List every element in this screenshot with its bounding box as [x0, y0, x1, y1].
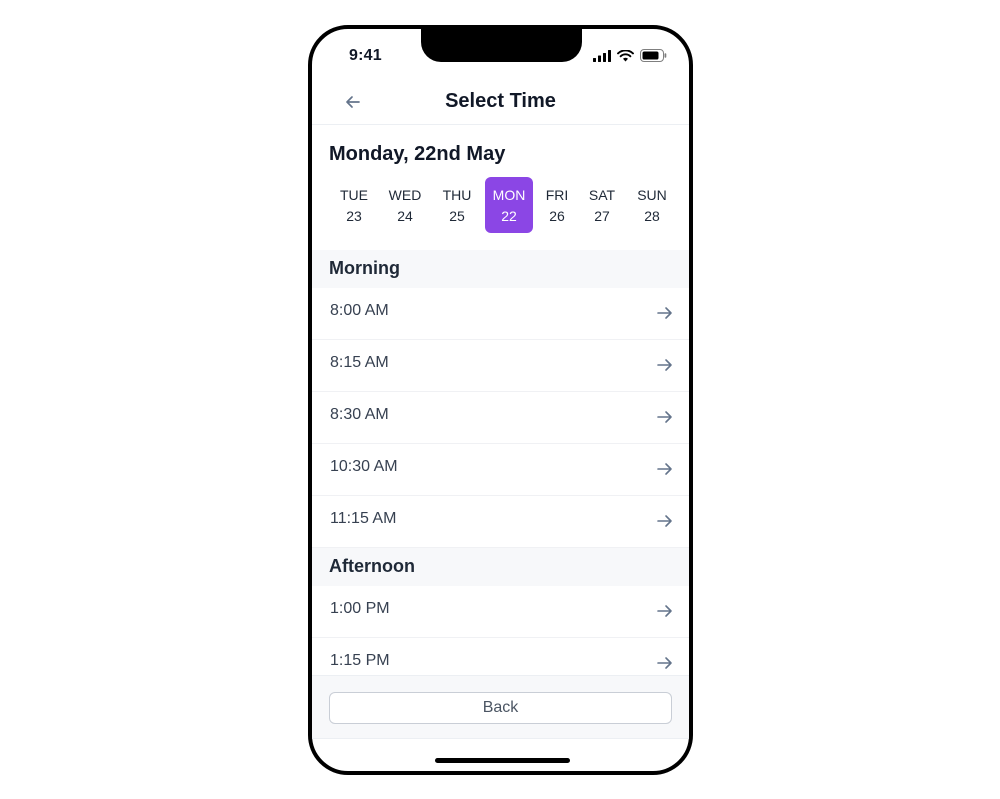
time-slot[interactable]: 11:15 AM — [312, 496, 689, 548]
slot-time: 8:00 AM — [330, 302, 389, 319]
section-header-morning: Morning — [312, 250, 689, 288]
day-number: 28 — [644, 208, 660, 224]
slot-time: 8:15 AM — [330, 354, 389, 371]
day-name: SUN — [637, 187, 667, 203]
day-thu[interactable]: THU 25 — [433, 177, 481, 233]
section-header-afternoon: Afternoon — [312, 548, 689, 586]
day-sat[interactable]: SAT 27 — [578, 177, 626, 233]
slot-time: 11:15 AM — [330, 510, 397, 527]
day-sun[interactable]: SUN 28 — [628, 177, 676, 233]
day-name: WED — [388, 187, 422, 203]
day-number: 25 — [449, 208, 465, 224]
day-name: TUE — [340, 187, 368, 203]
time-slot[interactable]: 8:30 AM — [312, 392, 689, 444]
arrow-right-icon — [657, 307, 672, 319]
day-name: FRI — [545, 187, 569, 203]
day-name: SAT — [588, 187, 616, 203]
arrow-right-icon — [657, 657, 672, 669]
time-slot[interactable]: 8:00 AM — [312, 288, 689, 340]
day-name: MON — [492, 187, 526, 203]
slot-time: 1:00 PM — [330, 600, 390, 617]
arrow-right-icon — [657, 515, 672, 527]
status-time: 9:41 — [349, 47, 382, 64]
cellular-signal-icon — [593, 49, 611, 62]
slot-time: 1:15 PM — [330, 652, 390, 669]
arrow-right-icon — [657, 605, 672, 617]
time-slot[interactable]: 8:15 AM — [312, 340, 689, 392]
home-indicator — [435, 758, 570, 763]
day-fri[interactable]: FRI 26 — [533, 177, 581, 233]
day-mon-selected[interactable]: MON 22 — [485, 177, 533, 233]
status-icons — [593, 49, 667, 62]
day-number: 23 — [346, 208, 362, 224]
wifi-icon — [617, 49, 634, 61]
day-selector: TUE 23 WED 24 THU 25 MON 22 FRI 26 SAT 2… — [330, 177, 679, 233]
time-slot[interactable]: 10:30 AM — [312, 444, 689, 496]
slot-time: 10:30 AM — [330, 458, 398, 475]
app-header: Select Time — [312, 81, 689, 125]
slot-time: 8:30 AM — [330, 406, 389, 423]
day-name: THU — [442, 187, 472, 203]
footer-bar: Back — [312, 675, 689, 739]
day-number: 26 — [549, 208, 565, 224]
selected-date-heading: Monday, 22nd May — [329, 143, 506, 165]
arrow-right-icon — [657, 359, 672, 371]
phone-frame: 9:41 Select Time Monday, 22nd May TUE 23 — [308, 25, 693, 775]
notch — [421, 29, 582, 62]
day-wed[interactable]: WED 24 — [381, 177, 429, 233]
day-number: 27 — [594, 208, 610, 224]
time-slot[interactable]: 1:00 PM — [312, 586, 689, 638]
page-title: Select Time — [445, 90, 556, 112]
day-number: 22 — [501, 208, 517, 224]
arrow-right-icon — [657, 411, 672, 423]
day-tue[interactable]: TUE 23 — [330, 177, 378, 233]
battery-icon — [640, 49, 667, 62]
arrow-right-icon — [657, 463, 672, 475]
back-button[interactable]: Back — [329, 692, 672, 724]
day-number: 24 — [397, 208, 413, 224]
